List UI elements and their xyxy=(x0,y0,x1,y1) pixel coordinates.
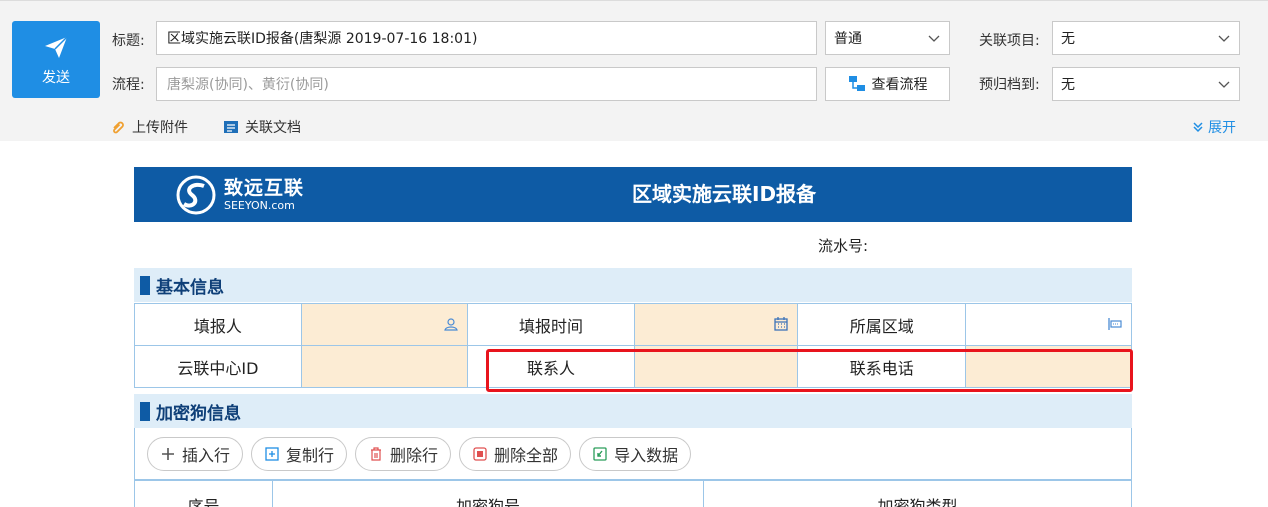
column-header-index[interactable]: 序号 xyxy=(135,481,273,507)
delete-all-button[interactable]: 删除全部 xyxy=(459,436,572,471)
reporter-label: 填报人 xyxy=(134,303,302,346)
delete-row-button[interactable]: 删除行 xyxy=(355,436,452,471)
logo-en: SEEYON.com xyxy=(224,199,295,212)
calendar-icon[interactable] xyxy=(773,316,789,332)
trash-icon xyxy=(371,446,382,461)
view-flow-button[interactable]: 查看流程 xyxy=(825,67,950,101)
dongle-info-section: 加密狗信息 xyxy=(134,394,1132,428)
dongle-grid-header: 序号 加密狗号 加密狗类型 xyxy=(134,480,1132,507)
dongle-info-title: 加密狗信息 xyxy=(156,403,241,424)
basic-info-table: 填报人 填报时间 所属区域 云联中心ID 联系人 联系电话 xyxy=(134,303,1132,388)
flow-chart-icon xyxy=(848,76,865,91)
table-row: 云联中心ID 联系人 联系电话 xyxy=(134,345,1132,388)
phone-label: 联系电话 xyxy=(797,345,967,388)
chevron-down-icon xyxy=(928,35,940,42)
double-chevron-down-icon xyxy=(1193,122,1203,133)
insert-row-label: 插入行 xyxy=(182,445,231,465)
paperclip-icon xyxy=(113,121,124,134)
section-marker xyxy=(140,401,150,421)
related-project-label: 关联项目: xyxy=(979,33,1040,49)
delete-row-label: 删除行 xyxy=(390,445,439,465)
archive-select[interactable]: 无 xyxy=(1052,67,1240,101)
insert-row-button[interactable]: 插入行 xyxy=(147,436,244,471)
reporter-input[interactable] xyxy=(300,303,468,346)
chevron-down-icon xyxy=(1218,35,1230,42)
report-time-input[interactable] xyxy=(634,303,799,346)
copy-row-label: 复制行 xyxy=(286,445,335,465)
send-label: 发送 xyxy=(42,69,70,86)
basic-info-section: 基本信息 xyxy=(134,268,1132,302)
import-data-label: 导入数据 xyxy=(614,445,679,465)
related-project-select[interactable]: 无 xyxy=(1052,21,1240,55)
seeyon-logo: 致远互联 SEEYON.com xyxy=(174,173,304,217)
related-project-value: 无 xyxy=(1061,31,1075,47)
related-doc-link[interactable]: 关联文档 xyxy=(223,117,301,137)
copy-row-button[interactable]: 复制行 xyxy=(251,436,348,471)
priority-select[interactable]: 普通 xyxy=(825,21,950,55)
logo-cn: 致远互联 xyxy=(224,177,305,199)
center-id-label: 云联中心ID xyxy=(134,345,302,388)
contact-label: 联系人 xyxy=(466,345,636,388)
import-data-button[interactable]: 导入数据 xyxy=(579,436,692,471)
subject-input[interactable]: 区域实施云联ID报备(唐梨源 2019-07-16 18:01) xyxy=(156,21,817,55)
archive-label: 预归档到: xyxy=(979,77,1040,93)
phone-input[interactable] xyxy=(965,345,1132,388)
center-id-input[interactable] xyxy=(300,345,468,388)
import-icon xyxy=(593,446,607,461)
form-title: 区域实施云联ID报备 xyxy=(632,182,817,206)
table-row: 填报人 填报时间 所属区域 xyxy=(134,303,1132,346)
report-time-label: 填报时间 xyxy=(466,303,636,346)
expand-label: 展开 xyxy=(1208,120,1236,136)
region-label: 所属区域 xyxy=(797,303,967,346)
delete-all-label: 删除全部 xyxy=(494,445,559,465)
contact-input[interactable] xyxy=(634,345,799,388)
copy-icon xyxy=(265,446,279,461)
region-input[interactable] xyxy=(965,303,1132,346)
send-button[interactable]: 发送 xyxy=(12,21,100,98)
priority-value: 普通 xyxy=(834,31,862,47)
list-picker-icon[interactable] xyxy=(1107,316,1123,332)
upload-label: 上传附件 xyxy=(132,120,188,136)
document-link-icon xyxy=(224,121,238,133)
column-header-dongle-number[interactable]: 加密狗号 xyxy=(273,481,704,507)
basic-info-title: 基本信息 xyxy=(156,277,224,298)
form-header: 致远互联 SEEYON.com 区域实施云联ID报备 xyxy=(134,167,1132,222)
related-doc-label: 关联文档 xyxy=(245,120,301,136)
delete-all-icon xyxy=(473,446,487,461)
seeyon-logo-icon xyxy=(176,175,216,215)
archive-value: 无 xyxy=(1061,77,1075,93)
upload-attachment-link[interactable]: 上传附件 xyxy=(110,117,188,137)
expand-link[interactable]: 展开 xyxy=(1192,117,1236,137)
plus-icon xyxy=(162,447,174,460)
flow-label: 流程: xyxy=(112,77,145,93)
flow-input[interactable]: 唐梨源(协同)、黄衍(协同) xyxy=(156,67,817,101)
dongle-action-bar: 插入行 复制行 删除行 删除全部 导入数据 xyxy=(134,428,1132,480)
column-header-dongle-type[interactable]: 加密狗类型 xyxy=(704,481,1131,507)
subject-label: 标题: xyxy=(112,33,145,49)
user-picker-icon[interactable] xyxy=(443,316,459,332)
section-marker xyxy=(140,275,150,295)
compose-header: 发送 标题: 区域实施云联ID报备(唐梨源 2019-07-16 18:01) … xyxy=(0,0,1268,141)
paper-plane-icon xyxy=(45,35,68,58)
chevron-down-icon xyxy=(1218,81,1230,88)
serial-number-label: 流水号: xyxy=(818,237,869,255)
view-flow-label: 查看流程 xyxy=(871,77,928,93)
